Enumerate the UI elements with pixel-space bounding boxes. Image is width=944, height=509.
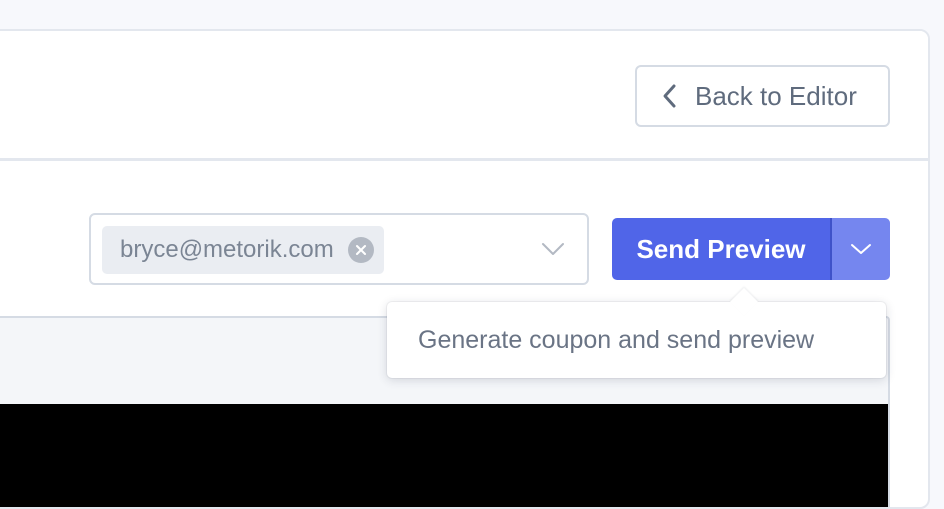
send-options-tooltip[interactable]: Generate coupon and send preview <box>387 302 886 378</box>
tooltip-text: Generate coupon and send preview <box>418 325 815 354</box>
chevron-down-icon <box>851 244 871 254</box>
back-button-label: Back to Editor <box>695 80 857 111</box>
preview-toolbar: bryce@metorik.com Send Preview <box>0 164 928 314</box>
preview-panel: Back to Editor bryce@metorik.com Send Pr… <box>0 29 930 509</box>
send-preview-button-group: Send Preview <box>612 218 890 280</box>
chevron-down-icon[interactable] <box>541 241 565 257</box>
back-to-editor-button[interactable]: Back to Editor <box>635 65 890 127</box>
send-preview-button[interactable]: Send Preview <box>612 218 832 280</box>
chevron-left-icon <box>663 84 676 108</box>
recipient-chip: bryce@metorik.com <box>102 226 384 274</box>
send-options-toggle[interactable] <box>832 218 890 280</box>
close-circle-icon[interactable] <box>347 237 374 263</box>
recipient-email: bryce@metorik.com <box>120 236 334 263</box>
recipient-select[interactable]: bryce@metorik.com <box>89 213 589 285</box>
email-preview-content <box>0 404 888 507</box>
panel-header: Back to Editor <box>0 31 928 161</box>
